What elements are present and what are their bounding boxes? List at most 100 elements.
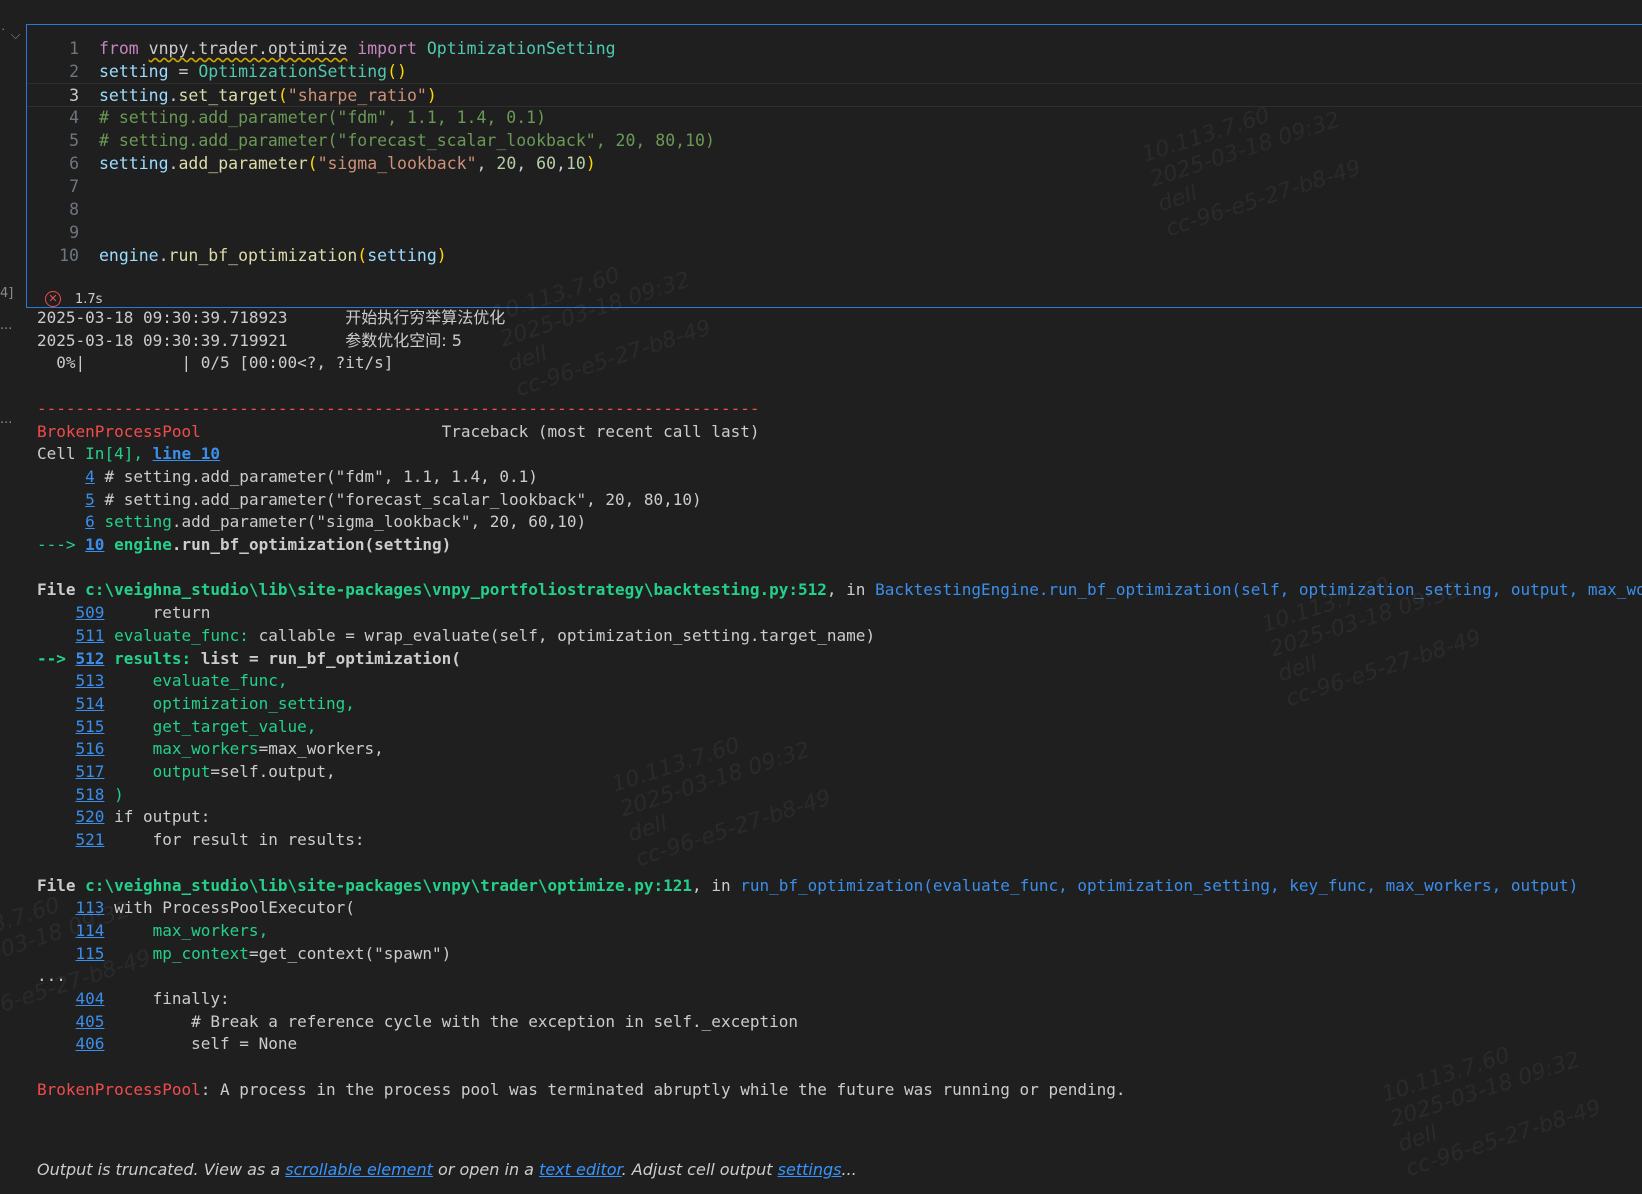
file-path: c:\veighna_studio\lib\site-packages\vnpy…: [85, 875, 693, 895]
settings-link[interactable]: settings: [778, 1160, 842, 1179]
code-token: 20: [496, 154, 517, 173]
code-token: # setting.add_parameter("forecast_scalar…: [94, 489, 702, 509]
exception-name: BrokenProcessPool: [37, 421, 201, 441]
traceback-line: 6 setting.add_parameter("sigma_lookback"…: [37, 510, 586, 534]
code-token: (: [277, 86, 288, 105]
line-number: 1: [69, 39, 79, 58]
traceback-line: 5 # setting.add_parameter("forecast_scal…: [37, 488, 702, 512]
traceback-line: 405 # Break a reference cycle with the e…: [37, 1010, 798, 1034]
line-number-link: 520: [75, 807, 105, 827]
line-number-link: 4: [85, 466, 95, 486]
code-line[interactable]: 4 # setting.add_parameter("fdm", 1.1, 1.4…: [27, 106, 1642, 130]
line-number-link: 509: [75, 603, 105, 623]
cell-label: Cell: [37, 444, 86, 464]
log-message: 参数优化空间: 5: [345, 330, 462, 350]
code-line[interactable]: 10 engine.run_bf_optimization(setting): [27, 244, 1642, 268]
code-token: get_target_value,: [104, 716, 317, 736]
traceback-arrow: [37, 830, 76, 849]
line-number-link: 514: [75, 693, 105, 713]
traceback-arrow: -->: [37, 648, 76, 668]
log-timestamp: 2025-03-18 09:30:39.718923: [37, 308, 288, 327]
code-token: finally:: [104, 989, 230, 1008]
log-line: 2025-03-18 09:30:39.719921 参数优化空间: 5: [37, 329, 462, 353]
traceback-arrow: [37, 512, 85, 531]
trunc-text-3: . Adjust cell output: [621, 1160, 778, 1179]
line-number-link: 5: [85, 489, 95, 509]
code-token: =self.output,: [210, 762, 336, 781]
code-token: (: [307, 154, 318, 173]
code-token: mp_context: [104, 943, 249, 963]
traceback-arrow: [37, 626, 76, 645]
code-token: output: [104, 762, 211, 781]
line-number-link: 406: [75, 1034, 105, 1054]
exception-line: BrokenProcessPool: A process in the proc…: [37, 1078, 1126, 1102]
line-number: 6: [69, 154, 79, 173]
line-number-link: 113: [75, 898, 105, 918]
traceback-arrow: [37, 739, 76, 758]
text-editor-link[interactable]: text editor: [539, 1160, 622, 1179]
traceback-arrow: [37, 1034, 76, 1053]
traceback-line: 511 evaluate_func: callable = wrap_evalu…: [37, 624, 876, 648]
traceback-arrow: [37, 921, 76, 940]
code-token: vnpy.trader.optimize: [148, 39, 348, 58]
traceback-line: 520 if output:: [37, 805, 211, 829]
code-line[interactable]: 8: [27, 198, 1642, 222]
code-token: setting: [99, 154, 169, 173]
line-number: 5: [69, 131, 79, 150]
output-line: BrokenProcessPool Traceback (most recent…: [37, 420, 759, 444]
file-in: , in: [692, 875, 741, 895]
code-token: .run_bf_optimization(setting): [171, 535, 452, 554]
line-number-link: 516: [75, 739, 105, 759]
line-number-link: 10: [85, 535, 105, 554]
traceback-line: 406 self = None: [37, 1032, 298, 1056]
code-token: ): [426, 86, 437, 105]
code-token: # setting.add_parameter("fdm", 1.1, 1.4,…: [99, 108, 547, 127]
code-token: evaluate_func:: [104, 625, 249, 645]
code-token: 60: [536, 154, 557, 173]
line-number-link: 404: [75, 989, 105, 1008]
code-cell-editor[interactable]: 1 from vnpy.trader.optimize import Optimi…: [26, 24, 1642, 308]
traceback-arrow: [37, 944, 76, 963]
line-number: 3: [69, 86, 79, 105]
code-token: ,: [516, 154, 537, 173]
code-line[interactable]: 9: [27, 221, 1642, 245]
code-line[interactable]: 3 setting.set_target("sharpe_ratio"): [27, 83, 1642, 107]
code-line[interactable]: 5 # setting.add_parameter("forecast_scala…: [27, 129, 1642, 153]
file-line: File c:\veighna_studio\lib\site-packages…: [37, 578, 1642, 602]
code-token: OptimizationSetting: [198, 62, 388, 81]
traceback-line: 115 mp_context=get_context("spawn"): [37, 942, 452, 966]
code-line[interactable]: 1 from vnpy.trader.optimize import Optimi…: [27, 37, 1642, 61]
code-token: "sharpe_ratio": [287, 86, 427, 105]
code-token: "sigma_lookback": [317, 154, 477, 173]
output-marker-error[interactable]: ...: [0, 412, 12, 427]
watermark: 10.113.7.60 2025-03-18 09:32 dell cc-96-…: [1258, 572, 1485, 712]
code-line[interactable]: 7: [27, 175, 1642, 199]
traceback-arrow: [37, 490, 85, 509]
code-token: ,: [476, 154, 497, 173]
traceback-arrow: [37, 603, 76, 622]
traceback-line: 4 # setting.add_parameter("fdm", 1.1, 1.…: [37, 465, 538, 489]
line-number-link: 114: [75, 920, 105, 940]
file-label: File: [37, 580, 86, 600]
cell-ref: In[4],: [85, 444, 153, 464]
output-marker[interactable]: ...: [0, 318, 12, 333]
code-token: setting: [99, 86, 169, 105]
code-token: ): [104, 784, 124, 804]
code-token: max_workers,: [104, 920, 269, 940]
code-token: self = None: [104, 1034, 298, 1054]
line-number: 2: [69, 62, 79, 81]
code-line[interactable]: 2 setting = OptimizationSetting(): [27, 60, 1642, 84]
error-icon[interactable]: ✕: [45, 291, 61, 307]
traceback-line: 518 ): [37, 783, 124, 807]
code-line[interactable]: 6 setting.add_parameter("sigma_lookback",…: [27, 152, 1642, 176]
exception-name: BrokenProcessPool: [37, 1079, 201, 1099]
collapse-marker[interactable]: ˙ ⌵: [0, 28, 21, 43]
scrollable-element-link[interactable]: scrollable element: [285, 1160, 433, 1179]
traceback-arrow: --->: [37, 535, 86, 554]
traceback-arrow: [37, 1012, 76, 1031]
code-token: if output:: [104, 807, 211, 827]
log-message: 开始执行穷举算法优化: [345, 308, 506, 327]
traceback-separator: ----------------------------------------…: [37, 398, 760, 418]
line-link: line 10: [152, 444, 221, 464]
